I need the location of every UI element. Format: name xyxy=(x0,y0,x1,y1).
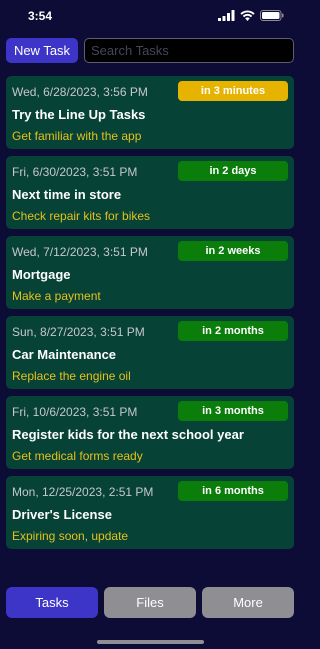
task-date: Wed, 6/28/2023, 3:56 PM xyxy=(12,85,148,99)
task-date: Fri, 6/30/2023, 3:51 PM xyxy=(12,165,138,179)
task-card[interactable]: Wed, 6/28/2023, 3:56 PM in 3 minutes Try… xyxy=(6,76,294,149)
home-indicator xyxy=(97,640,204,644)
due-badge: in 3 months xyxy=(178,401,288,421)
task-title: Register kids for the next school year xyxy=(12,427,244,442)
due-badge: in 3 minutes xyxy=(178,81,288,101)
due-badge: in 2 weeks xyxy=(178,241,288,261)
new-task-button[interactable]: New Task xyxy=(6,38,78,63)
wifi-icon xyxy=(240,10,255,21)
task-title: Try the Line Up Tasks xyxy=(12,107,146,122)
task-card[interactable]: Sun, 8/27/2023, 3:51 PM in 2 months Car … xyxy=(6,316,294,389)
task-title: Car Maintenance xyxy=(12,347,117,362)
status-icons xyxy=(218,10,284,21)
task-date: Wed, 7/12/2023, 3:51 PM xyxy=(12,245,148,259)
task-subtitle: Check repair kits for bikes xyxy=(12,209,151,223)
tab-more[interactable]: More xyxy=(202,587,294,618)
task-card[interactable]: Fri, 10/6/2023, 3:51 PM in 3 months Regi… xyxy=(6,396,294,469)
app-screen: 3:54 New Task Wed, 6/28/ xyxy=(0,0,300,649)
task-title: Mortgage xyxy=(12,267,71,282)
task-subtitle: Get medical forms ready xyxy=(12,449,143,463)
search-input[interactable] xyxy=(84,38,294,63)
tab-files[interactable]: Files xyxy=(104,587,196,618)
task-subtitle: Make a payment xyxy=(12,289,101,303)
status-time: 3:54 xyxy=(28,9,53,23)
due-badge: in 2 months xyxy=(178,321,288,341)
due-badge: in 6 months xyxy=(178,481,288,501)
task-subtitle: Expiring soon, update xyxy=(12,529,129,543)
task-subtitle: Replace the engine oil xyxy=(12,369,131,383)
status-bar: 3:54 xyxy=(0,0,300,34)
task-card[interactable]: Mon, 12/25/2023, 2:51 PM in 6 months Dri… xyxy=(6,476,294,549)
battery-icon xyxy=(260,10,284,21)
due-badge: in 2 days xyxy=(178,161,288,181)
task-subtitle: Get familiar with the app xyxy=(12,129,142,143)
task-card[interactable]: Fri, 6/30/2023, 3:51 PM in 2 days Next t… xyxy=(6,156,294,229)
signal-icon xyxy=(218,10,235,21)
task-date: Sun, 8/27/2023, 3:51 PM xyxy=(12,325,145,339)
task-list: Wed, 6/28/2023, 3:56 PM in 3 minutes Try… xyxy=(6,76,294,549)
task-date: Mon, 12/25/2023, 2:51 PM xyxy=(12,485,154,499)
tab-tasks[interactable]: Tasks xyxy=(6,587,98,618)
task-card[interactable]: Wed, 7/12/2023, 3:51 PM in 2 weeks Mortg… xyxy=(6,236,294,309)
tab-bar: Tasks Files More xyxy=(6,587,294,618)
task-title: Next time in store xyxy=(12,187,122,202)
top-bar: New Task xyxy=(6,38,294,64)
task-date: Fri, 10/6/2023, 3:51 PM xyxy=(12,405,138,419)
task-title: Driver's License xyxy=(12,507,112,522)
